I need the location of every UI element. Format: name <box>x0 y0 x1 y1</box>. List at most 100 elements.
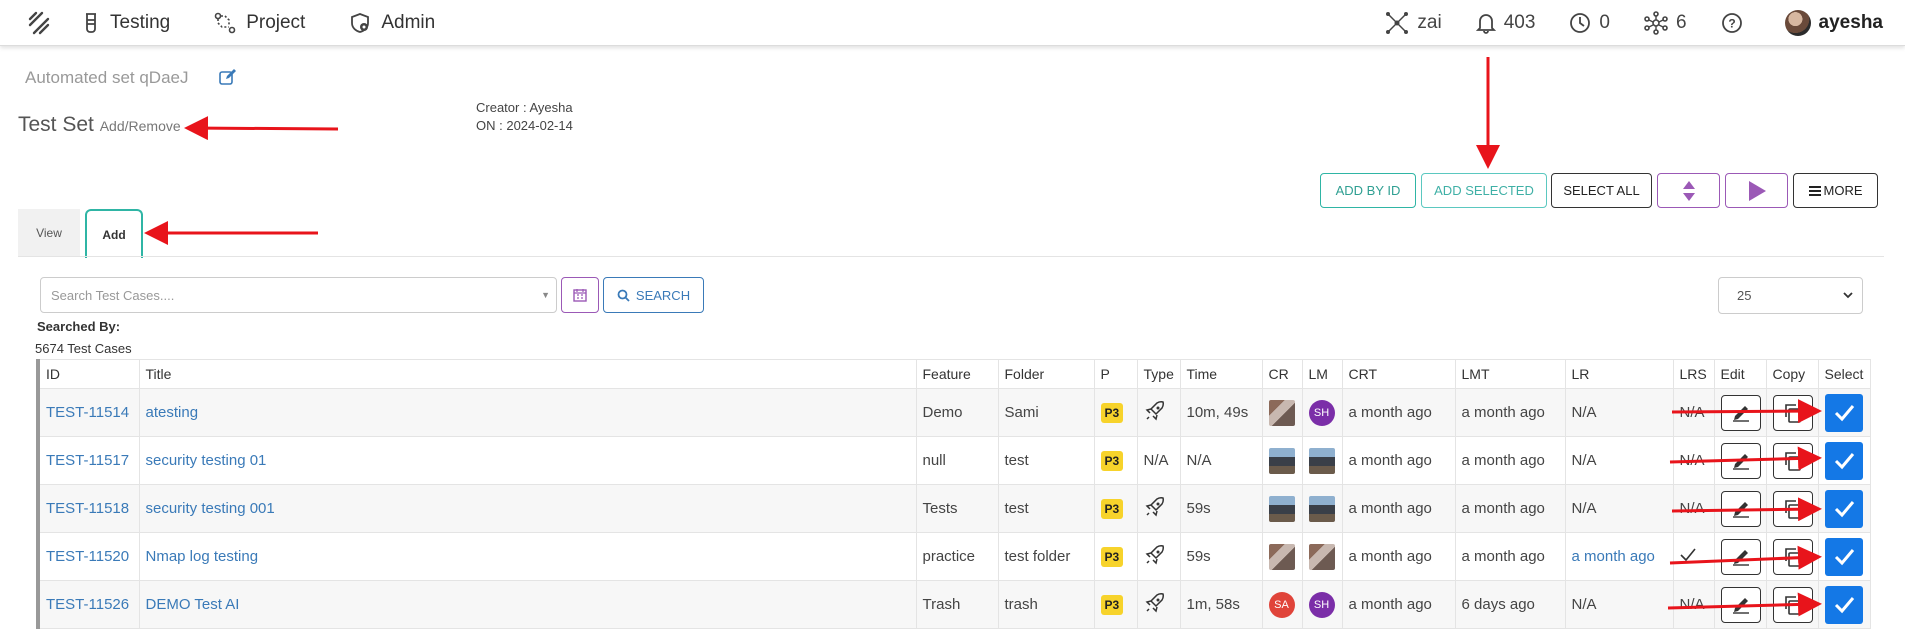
row-id[interactable]: TEST-11518 <box>37 484 140 533</box>
row-folder: test folder <box>997 532 1095 581</box>
col-lmt[interactable]: LMT <box>1454 359 1566 389</box>
col-lrs[interactable]: LRS <box>1672 359 1715 389</box>
row-title[interactable]: security testing 01 <box>138 436 917 485</box>
row-crt: a month ago <box>1341 484 1456 533</box>
col-type[interactable]: Type <box>1136 359 1181 389</box>
col-title[interactable]: Title <box>138 359 917 389</box>
row-lr: N/A <box>1564 580 1674 629</box>
nav-testing[interactable]: Testing <box>82 12 170 34</box>
copy-icon <box>1784 595 1801 615</box>
select-all-button[interactable]: SELECT ALL <box>1551 173 1652 208</box>
more-button[interactable]: MORE <box>1793 173 1878 208</box>
row-lrs: N/A <box>1672 388 1715 437</box>
priority-badge: P3 <box>1100 450 1124 471</box>
copy-button[interactable] <box>1772 442 1813 479</box>
row-select-cell <box>1817 484 1871 533</box>
row-creator <box>1261 436 1303 485</box>
app-logo[interactable] <box>24 9 52 37</box>
add-by-id-button[interactable]: ADD BY ID <box>1320 173 1416 208</box>
row-title[interactable]: DEMO Test AI <box>138 580 917 629</box>
row-id[interactable]: TEST-11517 <box>37 436 140 485</box>
col-priority[interactable]: P <box>1093 359 1138 389</box>
nav-project[interactable]: Project <box>214 12 305 34</box>
row-type <box>1136 388 1181 437</box>
tab-view[interactable]: View <box>18 209 80 257</box>
row-title[interactable]: Nmap log testing <box>138 532 917 581</box>
pencil-icon <box>1732 549 1749 566</box>
col-time[interactable]: Time <box>1179 359 1263 389</box>
run-button[interactable] <box>1725 173 1788 208</box>
help-button[interactable]: ? <box>1721 12 1751 34</box>
avatar <box>1268 543 1295 570</box>
col-lr[interactable]: LR <box>1564 359 1674 389</box>
priority-badge: P3 <box>1100 594 1124 615</box>
date-filter-button[interactable] <box>561 277 599 313</box>
sort-button[interactable] <box>1657 173 1720 208</box>
col-folder[interactable]: Folder <box>997 359 1095 389</box>
select-checkbox[interactable] <box>1824 489 1863 528</box>
row-select-cell <box>1817 388 1871 437</box>
row-lmt: a month ago <box>1454 436 1566 485</box>
select-checkbox[interactable] <box>1824 441 1863 480</box>
clock-icon <box>1570 12 1591 33</box>
row-feature: Tests <box>915 484 999 533</box>
search-input[interactable]: Search Test Cases.... ▼ <box>40 277 557 313</box>
row-title[interactable]: security testing 001 <box>138 484 917 533</box>
copy-button[interactable] <box>1772 490 1813 527</box>
searched-by-label: Searched By: <box>37 319 121 334</box>
col-lm[interactable]: LM <box>1301 359 1343 389</box>
avatar: SA <box>1268 591 1295 618</box>
check-icon <box>1834 500 1854 517</box>
row-lrs <box>1672 532 1715 581</box>
help-icon: ? <box>1721 12 1742 33</box>
row-id[interactable]: TEST-11514 <box>37 388 140 437</box>
creator-info: Creator : Ayesha ON : 2024-02-14 <box>476 99 573 135</box>
tab-add[interactable]: Add <box>85 209 143 258</box>
page-size-select[interactable]: 25 <box>1718 277 1863 314</box>
priority-badge: P3 <box>1100 402 1124 423</box>
row-lr[interactable]: a month ago <box>1564 532 1674 581</box>
notifications-button[interactable]: 403 <box>1475 11 1536 34</box>
row-type: N/A <box>1136 436 1181 485</box>
col-cr[interactable]: CR <box>1261 359 1303 389</box>
col-copy: Copy <box>1765 359 1819 389</box>
copy-button[interactable] <box>1772 394 1813 431</box>
copy-button[interactable] <box>1772 538 1813 575</box>
table-row: TEST-11518 security testing 001 Tests test P… <box>37 484 1871 533</box>
copy-icon <box>1784 499 1801 519</box>
select-checkbox[interactable] <box>1824 393 1863 432</box>
row-title[interactable]: atesting <box>138 388 917 437</box>
user-menu[interactable]: ayesha <box>1784 9 1883 36</box>
row-id[interactable]: TEST-11520 <box>37 532 140 581</box>
avatar <box>1308 543 1335 570</box>
col-feature[interactable]: Feature <box>915 359 999 389</box>
top-navbar: Testing Project Admin zai 403 0 6 ? ayes… <box>0 0 1905 46</box>
row-lrs-text: N/A <box>1679 596 1705 613</box>
row-time: 59s <box>1179 532 1263 581</box>
col-crt[interactable]: CRT <box>1341 359 1456 389</box>
nav-zai[interactable]: zai <box>1385 11 1442 35</box>
row-time: 1m, 58s <box>1179 580 1263 629</box>
row-copy-cell <box>1765 580 1819 629</box>
edit-button[interactable] <box>1720 490 1761 527</box>
copy-button[interactable] <box>1772 586 1813 623</box>
edit-button[interactable] <box>1720 538 1761 575</box>
network-button[interactable]: 6 <box>1644 10 1687 35</box>
row-feature: Trash <box>915 580 999 629</box>
row-id[interactable]: TEST-11526 <box>37 580 140 629</box>
select-checkbox[interactable] <box>1824 537 1863 576</box>
search-button[interactable]: SEARCH <box>603 277 704 313</box>
select-checkbox[interactable] <box>1824 585 1863 624</box>
add-selected-button[interactable]: ADD SELECTED <box>1421 173 1547 208</box>
row-lrs-text: N/A <box>1679 452 1705 469</box>
edit-button[interactable] <box>1720 586 1761 623</box>
pending-button[interactable]: 0 <box>1569 12 1610 34</box>
edit-button[interactable] <box>1720 394 1761 431</box>
col-id[interactable]: ID <box>37 359 140 389</box>
avatar: SH <box>1308 591 1335 618</box>
edit-name-icon[interactable] <box>219 69 237 90</box>
row-priority-cell: P3 <box>1093 484 1138 533</box>
edit-button[interactable] <box>1720 442 1761 479</box>
notifications-count: 403 <box>1503 11 1536 33</box>
nav-admin[interactable]: Admin <box>349 12 435 34</box>
